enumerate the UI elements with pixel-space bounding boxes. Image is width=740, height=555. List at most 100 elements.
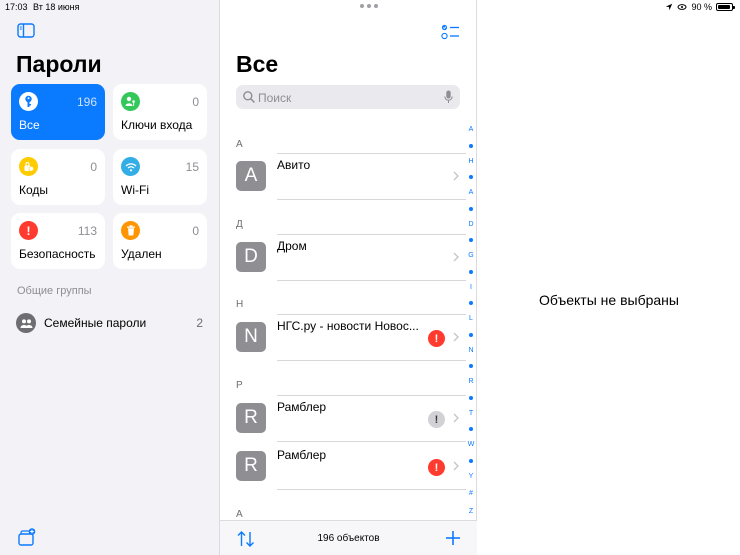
row-separator bbox=[277, 234, 466, 235]
index-dot[interactable] bbox=[469, 269, 473, 274]
list-item[interactable]: N НГС.ру - новости Новос... ! bbox=[236, 314, 466, 361]
list-item[interactable]: D Дром bbox=[236, 234, 466, 281]
site-avatar: A bbox=[236, 161, 266, 191]
tile-security[interactable]: ! 113 Безопасность bbox=[11, 213, 105, 269]
status-right: 90 % bbox=[665, 2, 735, 12]
group-item-family[interactable]: Семейные пароли 2 bbox=[16, 312, 206, 334]
index-letter[interactable]: H bbox=[468, 158, 473, 166]
item-title: Рамблер bbox=[277, 400, 327, 414]
tile-label: Ключи входа bbox=[121, 118, 193, 132]
password-list-column: Все Поиск А A Авито Д D Дром Н N НГС.ру … bbox=[220, 0, 477, 555]
new-group-icon[interactable] bbox=[17, 528, 37, 546]
lock-clock-icon bbox=[19, 157, 38, 176]
tile-passkeys[interactable]: 0 Ключи входа bbox=[113, 84, 207, 140]
index-letter[interactable]: G bbox=[468, 252, 473, 260]
key-icon bbox=[19, 92, 38, 111]
index-letter[interactable]: A bbox=[469, 126, 474, 134]
row-separator bbox=[277, 153, 466, 154]
tile-count: 0 bbox=[192, 95, 199, 109]
index-letter[interactable]: A bbox=[469, 189, 474, 197]
sidebar: Пароли 196 Все 0 Ключи входа 0 Коды 15 W… bbox=[0, 0, 220, 555]
section-header: Д bbox=[236, 219, 243, 230]
groups-header: Общие группы bbox=[17, 285, 92, 297]
chevron-right-icon bbox=[453, 332, 459, 342]
select-list-icon[interactable] bbox=[441, 23, 461, 41]
index-dot[interactable] bbox=[469, 301, 473, 306]
status-time: 17:03 bbox=[5, 2, 28, 12]
status-bar: 17:03 Вт 18 июня 90 % bbox=[0, 0, 740, 14]
tile-label: Коды bbox=[19, 183, 49, 197]
tile-label: Все bbox=[19, 118, 40, 132]
index-dot[interactable] bbox=[469, 206, 473, 211]
people-icon bbox=[16, 313, 36, 333]
microphone-icon[interactable] bbox=[444, 90, 453, 104]
row-separator bbox=[277, 280, 466, 281]
index-dot[interactable] bbox=[469, 364, 473, 369]
chevron-right-icon bbox=[453, 171, 459, 181]
index-letter[interactable]: Y bbox=[469, 473, 474, 481]
tile-count: 15 bbox=[185, 160, 199, 174]
tile-all[interactable]: 196 Все bbox=[11, 84, 105, 140]
item-title: Рамблер bbox=[277, 448, 327, 462]
index-letter[interactable]: N bbox=[468, 347, 473, 355]
chevron-right-icon bbox=[453, 461, 459, 471]
tile-count: 113 bbox=[77, 224, 97, 238]
tile-label: Безопасность bbox=[19, 247, 96, 261]
section-header: Н bbox=[236, 299, 244, 310]
row-separator bbox=[277, 199, 466, 200]
add-icon[interactable] bbox=[445, 530, 461, 546]
index-letter[interactable]: I bbox=[470, 284, 472, 292]
index-letter[interactable]: # bbox=[469, 490, 473, 498]
search-icon bbox=[243, 91, 256, 104]
chevron-right-icon bbox=[453, 413, 459, 423]
security-warning-icon: ! bbox=[428, 459, 445, 476]
status-date: Вт 18 июня bbox=[33, 2, 80, 12]
list-footer: 196 объектов bbox=[220, 520, 477, 555]
index-letter[interactable]: D bbox=[468, 221, 473, 229]
list-item[interactable]: A Авито bbox=[236, 153, 466, 200]
section-header: Р bbox=[236, 380, 243, 391]
search-field[interactable]: Поиск bbox=[236, 85, 460, 109]
list-item[interactable]: R Рамблер ! bbox=[236, 395, 466, 442]
index-letter[interactable]: W bbox=[468, 441, 475, 449]
list-title: Все bbox=[236, 51, 279, 77]
index-letter[interactable]: T bbox=[469, 410, 473, 418]
section-index-bar[interactable]: A H A D G I L N R T W Y # Z bbox=[466, 126, 476, 516]
group-count: 2 bbox=[196, 316, 203, 330]
battery-icon bbox=[716, 3, 735, 11]
wifi-icon bbox=[121, 157, 140, 176]
index-dot[interactable] bbox=[469, 175, 473, 180]
list-item[interactable]: R Рамблер ! bbox=[236, 443, 466, 490]
index-dot[interactable] bbox=[469, 458, 473, 463]
security-warning-icon: ! bbox=[428, 330, 445, 347]
index-dot[interactable] bbox=[469, 395, 473, 400]
tile-count: 196 bbox=[76, 95, 97, 109]
row-separator bbox=[277, 395, 466, 396]
empty-state-text: Объекты не выбраны bbox=[539, 292, 679, 308]
sidebar-toggle-icon[interactable] bbox=[17, 23, 35, 38]
tile-deleted[interactable]: 0 Удален bbox=[113, 213, 207, 269]
trash-icon bbox=[121, 221, 140, 240]
index-letter[interactable]: R bbox=[468, 378, 473, 386]
index-dot[interactable] bbox=[469, 332, 473, 337]
tile-wifi[interactable]: 15 Wi-Fi bbox=[113, 149, 207, 205]
item-count: 196 объектов bbox=[317, 533, 380, 544]
vpn-icon bbox=[677, 4, 688, 10]
battery-percent: 90 % bbox=[691, 2, 712, 12]
group-label: Семейные пароли bbox=[44, 316, 147, 330]
index-dot[interactable] bbox=[469, 238, 473, 243]
row-separator bbox=[277, 489, 466, 490]
index-letter[interactable]: Z bbox=[469, 508, 473, 516]
index-dot[interactable] bbox=[469, 143, 473, 148]
tile-codes[interactable]: 0 Коды bbox=[11, 149, 105, 205]
section-header: А bbox=[236, 139, 243, 150]
sidebar-title: Пароли bbox=[16, 51, 102, 77]
index-letter[interactable]: L bbox=[469, 315, 473, 323]
tile-label: Wi-Fi bbox=[121, 183, 149, 197]
site-avatar: D bbox=[236, 242, 266, 272]
item-title: Авито bbox=[277, 158, 311, 172]
section-header: А bbox=[236, 509, 243, 520]
index-dot[interactable] bbox=[469, 427, 473, 432]
tile-count: 0 bbox=[192, 224, 199, 238]
row-separator bbox=[277, 360, 466, 361]
